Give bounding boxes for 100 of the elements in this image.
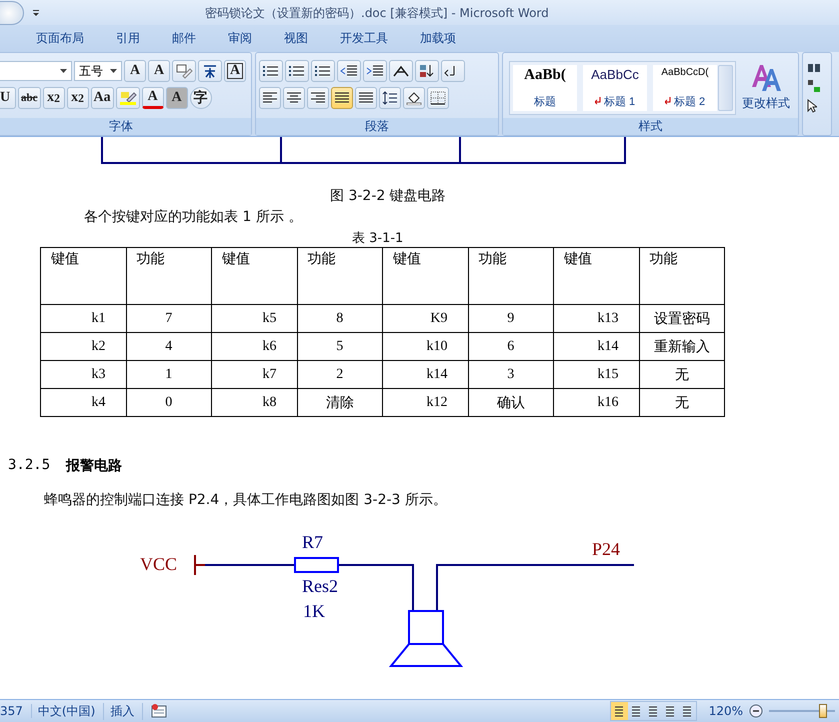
zoom-slider-thumb[interactable]: [819, 704, 828, 718]
customize-toolbar-icon[interactable]: [32, 8, 40, 16]
page-count[interactable]: 357: [0, 704, 32, 718]
table-cell: k15: [554, 360, 639, 388]
style-sample: AaBbCc: [591, 66, 639, 82]
table-cell: 无: [639, 388, 724, 416]
zoom-level[interactable]: 120%: [708, 704, 743, 718]
font-button[interactable]: U: [0, 87, 16, 109]
eraser-icon[interactable]: [172, 60, 196, 82]
section-heading: 报警电路: [66, 457, 122, 475]
dropdown-arrow-icon[interactable]: [110, 69, 117, 73]
sort-icon[interactable]: [415, 60, 439, 82]
column-header: 功能: [126, 248, 212, 304]
power-label: VCC: [140, 554, 178, 575]
column-header: 功能: [468, 248, 554, 304]
ribbon-tab[interactable]: 审阅: [212, 28, 268, 49]
table-cell: k14: [554, 332, 639, 360]
gallery-scrollbar[interactable]: [718, 64, 733, 110]
paragraph: 各个按键对应的功能如表 1 所示 。: [84, 208, 304, 226]
table-cell: k4: [40, 388, 126, 416]
ribbon-tab[interactable]: 页面布局: [20, 28, 100, 49]
table-cell: k6: [212, 332, 297, 360]
ribbon-tab[interactable]: 邮件: [156, 28, 212, 49]
language-status[interactable]: 中文(中国): [38, 702, 104, 720]
table-cell: k16: [554, 388, 639, 416]
ribbon-tab[interactable]: 引用: [100, 28, 156, 49]
ribbon-tab[interactable]: 加载项: [404, 28, 472, 49]
justify-icon[interactable]: [331, 87, 353, 109]
macro-recorder-icon[interactable]: [151, 704, 168, 718]
section-number: 3.2.5: [8, 457, 50, 475]
view-button[interactable]: [610, 702, 628, 720]
replace-icon[interactable]: [807, 79, 821, 93]
indent-icon[interactable]: [337, 60, 361, 82]
table-cell: k12: [382, 388, 468, 416]
font-name-field[interactable]: [0, 61, 72, 81]
align-center-icon[interactable]: [283, 87, 305, 109]
font-button[interactable]: A: [166, 87, 188, 109]
page-view-icon: [613, 705, 626, 717]
font-button[interactable]: A: [142, 87, 164, 109]
table-cell: 1: [126, 360, 212, 388]
font-button[interactable]: Aa: [90, 87, 114, 109]
borders-icon[interactable]: [427, 87, 449, 109]
font-button[interactable]: A: [124, 60, 146, 82]
page-view-icon: [630, 705, 642, 717]
table-cell: 7: [126, 304, 212, 332]
column-header: 键值: [554, 248, 639, 304]
indent-icon[interactable]: [363, 60, 387, 82]
highlighter-icon[interactable]: [116, 87, 140, 109]
paragraph: 蜂鸣器的控制端口连接 P2.4，具体工作电路图如图 3-2-3 所示。: [44, 491, 448, 509]
return-mark-icon: [664, 97, 671, 105]
table-cell: 无: [639, 360, 724, 388]
ribbon-tab[interactable]: 视图: [268, 28, 324, 49]
return-mark-icon: [594, 97, 601, 105]
group-label: 样式: [503, 118, 798, 135]
paragraph-mark-icon[interactable]: [441, 60, 465, 82]
align-right-icon[interactable]: [307, 87, 329, 109]
table-cell: 重新输入: [639, 332, 724, 360]
style-sample: AaBbCcD(: [661, 66, 709, 78]
cursor-icon[interactable]: [807, 99, 817, 113]
table-cell: 5: [297, 332, 382, 360]
table-cell: K9: [382, 304, 468, 332]
page-view-icon: [647, 705, 660, 717]
font-size-field[interactable]: 五号: [74, 61, 122, 81]
letters-icon: [750, 63, 782, 93]
ribbon-tab[interactable]: 开发工具: [324, 28, 404, 49]
font-button[interactable]: A: [148, 60, 170, 82]
component-label: 1K: [303, 601, 325, 622]
phonetic-guide-icon[interactable]: [198, 60, 222, 82]
text-layout-icon[interactable]: [389, 60, 413, 82]
table-cell: 3: [468, 360, 554, 388]
bulleted-list-icon[interactable]: [259, 60, 283, 82]
font-button[interactable]: A: [224, 60, 246, 82]
binoculars-icon[interactable]: [807, 61, 821, 73]
change-styles-button[interactable]: 更改样式: [742, 63, 790, 112]
table-cell: k3: [40, 360, 126, 388]
style-preview[interactable]: AaBbCcD( 标题 2: [653, 64, 717, 110]
component-label: Res2: [302, 576, 338, 597]
style-name: 标题 2: [664, 94, 706, 108]
insert-mode-status[interactable]: 插入: [110, 702, 144, 720]
figure-caption: 图 3-2-2 键盘电路: [330, 187, 447, 205]
distribute-icon[interactable]: [355, 87, 377, 109]
font-button[interactable]: abc: [18, 87, 40, 109]
page-view-icon: [664, 705, 676, 717]
font-button[interactable]: 字: [190, 87, 212, 109]
column-header: 键值: [40, 248, 126, 304]
window-title: 密码锁论文（设置新的密码）.doc [兼容模式] - Microsoft Word: [205, 5, 549, 22]
component-label: R7: [302, 532, 324, 553]
style-preview[interactable]: AaBb( 标题: [513, 64, 577, 110]
line-spacing-icon[interactable]: [379, 87, 401, 109]
style-name: 标题: [534, 94, 556, 108]
group-label: 字体: [0, 118, 251, 135]
paint-bucket-icon[interactable]: [403, 87, 425, 109]
group-label: 段落: [256, 118, 498, 135]
table-cell: 0: [126, 388, 212, 416]
table-cell: k7: [212, 360, 297, 388]
style-preview[interactable]: AaBbCc 标题 1: [583, 64, 647, 110]
zoom-out-icon[interactable]: [749, 704, 763, 718]
align-left-icon[interactable]: [259, 87, 281, 109]
dropdown-arrow-icon[interactable]: [60, 69, 67, 73]
table-cell: 6: [468, 332, 554, 360]
